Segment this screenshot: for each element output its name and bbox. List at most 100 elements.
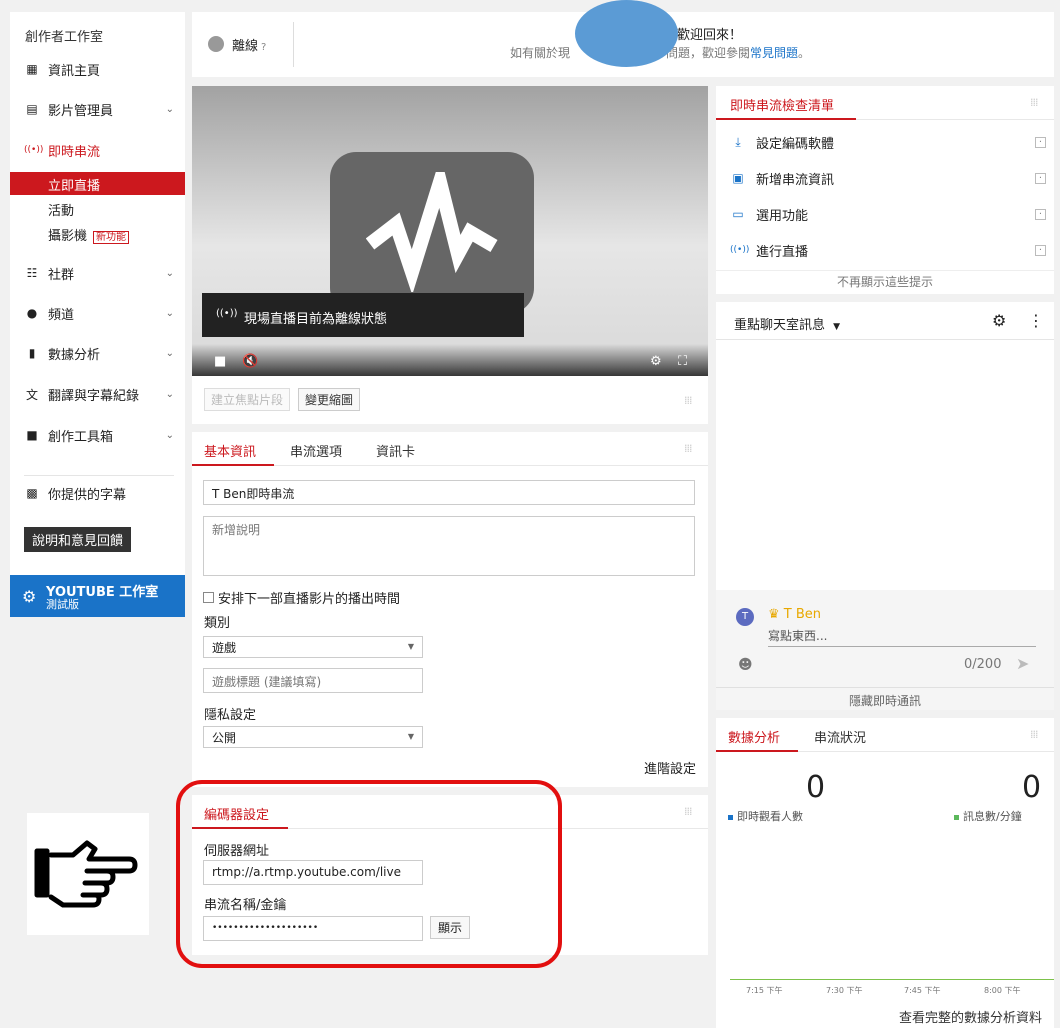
help-icon[interactable]: ? [261,42,266,53]
checklist-item-go-live[interactable]: ((•)) 進行直播 · [730,240,1046,260]
gear-icon[interactable]: ⚙ [992,311,1006,330]
sidebar-subitem-go-live[interactable]: 立即直播 [10,172,185,195]
sidebar-item-your-subtitles[interactable]: ▩ 你提供的字幕 [24,482,174,504]
sidebar-item-video-manager[interactable]: ▤ 影片管理員 ⌄ [24,98,174,120]
stop-icon[interactable]: ■ [214,354,226,369]
sidebar-item-channel[interactable]: ● 頻道 ⌄ [24,302,174,324]
chat-author: ♛ T Ben [768,607,822,622]
sidebar-item-live-stream[interactable]: ((•)) 即時串流 [24,139,174,161]
player-controls: ■ 🔇 ⚙ ⛶ [192,344,708,376]
stream-key-field[interactable]: •••••••••••••••••••• [203,916,423,941]
privacy-label: 隱私設定 [204,708,257,723]
description-input[interactable]: 新增說明 [203,516,695,576]
video-player[interactable]: ((•)) 現場直播目前為離線狀態 ■ 🔇 ⚙ ⛶ [192,86,708,376]
server-url-label: 伺服器網址 [204,844,270,859]
stream-info-icon: ▣ [732,171,744,185]
help-feedback-button[interactable]: 說明和意見回饋 [24,527,132,552]
status-indicator [208,36,224,52]
concurrent-viewers-label: 即時觀看人數 [728,808,803,824]
sidebar-subitem-webcam[interactable]: 攝影機 新功能 [48,225,130,244]
drag-handle-icon[interactable]: ⁞⁞⁞ [1030,728,1038,741]
sidebar-item-analytics[interactable]: ▮ 數據分析 ⌄ [24,342,174,364]
checklist-item-encoder[interactable]: ⤓ 設定編碼軟體 · [730,132,1046,152]
more-options-icon[interactable]: ⋮ [1028,311,1044,330]
title-input[interactable]: T Ben即時串流 [203,480,695,505]
drag-handle-icon[interactable]: ⁞⁞⁞ [684,805,692,818]
emoji-icon[interactable]: ☻ [738,657,753,673]
tab-live-checklist[interactable]: 即時串流檢查清單 [730,95,834,114]
live-stream-icon: ((•)) [24,145,44,155]
sidebar-title[interactable]: 創作者工作室 [25,26,103,45]
time-tick: 7:30 下午 [826,986,863,995]
welcome-subtext-part2: 問題，歡迎參閱 [666,46,751,60]
category-value: 遊戲 [212,641,237,655]
tab-basic-info[interactable]: 基本資訊 [204,441,256,460]
analytics-panel: 數據分析 串流狀況 ⁞⁞⁞ 0 即時觀看人數 0 訊息數/分鐘 7:15 下午 … [716,718,1054,1028]
live-checklist-panel: 即時串流檢查清單 ⁞⁞⁞ ⤓ 設定編碼軟體 · ▣ 新增串流資訊 · ▭ 選用功… [716,86,1054,294]
sidebar-item-community[interactable]: ☷ 社群 ⌄ [24,262,174,284]
tab-stream-health[interactable]: 串流狀況 [814,727,866,746]
tab-analytics[interactable]: 數據分析 [728,727,780,746]
tab-stream-options[interactable]: 串流選項 [290,441,342,460]
server-url-field[interactable]: rtmp://a.rtmp.youtube.com/live [203,860,423,885]
change-thumbnail-button[interactable]: 變更縮圖 [298,388,361,411]
settings-icon[interactable]: ⚙ [650,354,662,369]
tab-cards[interactable]: 資訊卡 [376,441,415,460]
advanced-settings-link[interactable]: 進階設定 [644,758,696,777]
welcome-subtext-part1: 如有關於現 [510,46,571,60]
sidebar-subitem-label: 立即直播 [48,179,101,194]
translate-icon: 文 [25,387,38,402]
privacy-select[interactable]: 公開 ▼ [203,726,423,748]
chat-input[interactable]: 寫點東西... [768,627,1036,647]
drag-handle-icon[interactable]: ⁞⁞⁞ [684,394,692,407]
schedule-checkbox[interactable] [203,592,214,603]
legend-swatch [954,814,959,820]
messages-per-minute-label: 訊息數/分鐘 [954,808,1022,824]
checklist-item-stream-info[interactable]: ▣ 新增串流資訊 · [730,168,1046,188]
analytics-tabs: 數據分析 串流狀況 ⁞⁞⁞ [716,718,1054,752]
tab-encoder-settings[interactable]: 編碼器設定 [204,804,269,823]
game-title-input[interactable]: 遊戲標題 (建議填寫) [203,668,423,693]
chat-mode-dropdown[interactable]: 重點聊天室訊息 ▼ [734,314,840,333]
channel-icon: ● [26,306,38,320]
checkbox-icon[interactable]: · [1035,172,1046,184]
schedule-checkbox-row[interactable]: 安排下一部直播影片的播出時間 [203,588,400,607]
mute-icon[interactable]: 🔇 [242,354,258,369]
sidebar-subitem-events[interactable]: 活動 [48,200,74,219]
fullscreen-icon[interactable]: ⛶ [678,354,687,369]
checklist-item-label: 選用功能 [756,208,809,224]
creator-tools-icon: ■ [26,428,38,442]
youtube-studio-button[interactable]: ⚙ YOUTUBE 工作室 測試版 [10,575,185,617]
checkbox-icon[interactable]: · [1035,136,1046,148]
concurrent-viewers-value: 0 [806,770,826,805]
dismiss-tips-link[interactable]: 不再顯示這些提示 [716,270,1054,290]
info-tabs: 基本資訊 串流選項 資訊卡 ⁞⁞⁞ [192,432,708,466]
sidebar: 創作者工作室 ▦ 資訊主頁 ▤ 影片管理員 ⌄ ((•)) 即時串流 立即直播 … [10,12,185,617]
sidebar-item-creator-tools[interactable]: ■ 創作工具箱 ⌄ [24,424,174,446]
dropdown-arrow-icon: ▼ [407,732,414,741]
send-icon[interactable]: ➤ [1016,654,1029,673]
drag-handle-icon[interactable]: ⁞⁞⁞ [1030,96,1038,109]
status-bar: 離線? 歡迎回來！ 如有關於現 問題，歡迎參閱常見問題。 [192,0,1054,77]
dropdown-arrow-icon: ▼ [407,642,414,651]
checklist-item-features[interactable]: ▭ 選用功能 · [730,204,1046,224]
checkbox-icon[interactable]: · [1035,208,1046,220]
sidebar-item-translations[interactable]: 文 翻譯與字幕紀錄 ⌄ [24,383,174,405]
hide-chat-button[interactable]: 隱藏即時通訊 [716,687,1054,709]
stream-key-label: 串流名稱/金鑰 [204,898,287,913]
faq-link[interactable]: 常見問題 [750,46,798,60]
checkbox-icon[interactable]: · [1035,244,1046,256]
sidebar-item-label: 即時串流 [48,144,101,160]
legend-swatch [728,814,733,820]
create-clip-button[interactable]: 建立焦點片段 [204,388,291,411]
chat-header-divider [716,339,1054,340]
category-select[interactable]: 遊戲 ▼ [203,636,423,658]
show-key-button[interactable]: 顯示 [430,916,471,939]
drag-handle-icon[interactable]: ⁞⁞⁞ [684,442,692,455]
sidebar-item-label: 你提供的字幕 [48,487,127,503]
offline-toast: ((•)) 現場直播目前為離線狀態 [202,293,524,337]
sidebar-item-dashboard[interactable]: ▦ 資訊主頁 [24,58,174,80]
time-tick: 7:15 下午 [746,986,783,995]
full-analytics-link[interactable]: 查看完整的數據分析資料 [899,1007,1042,1026]
analytics-icon: ▮ [28,346,36,360]
